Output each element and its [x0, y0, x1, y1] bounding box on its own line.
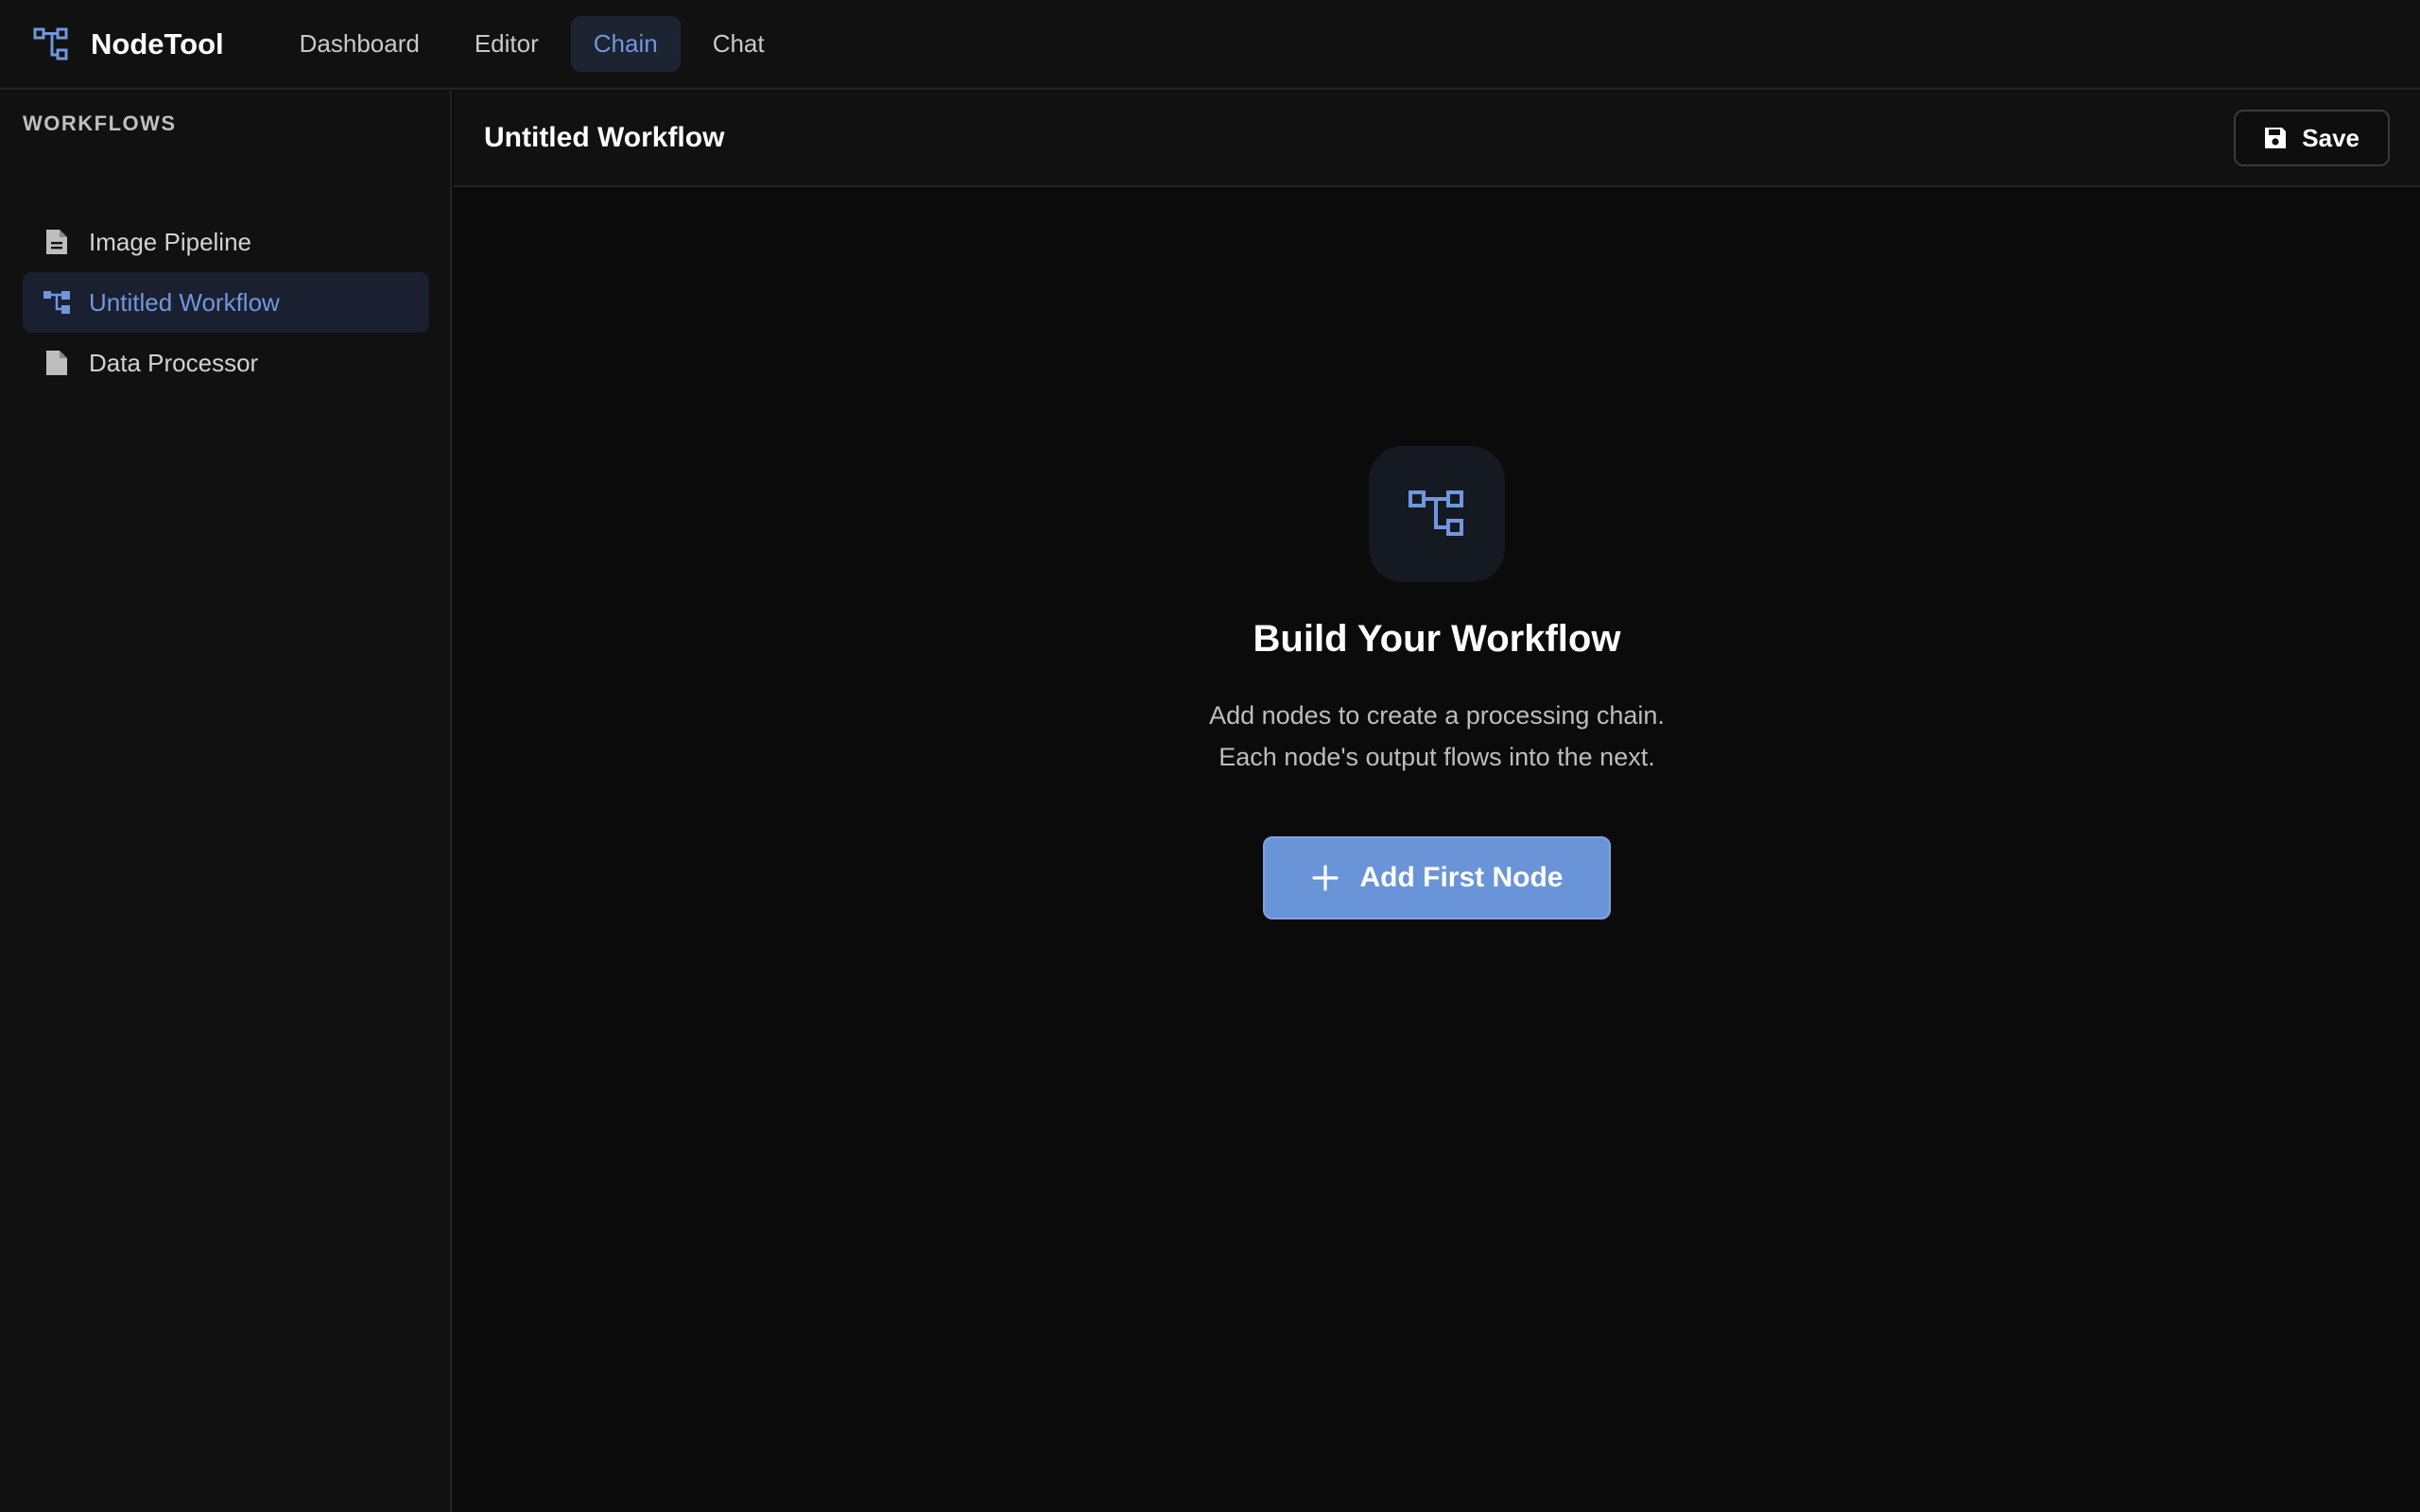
empty-state: Build Your Workflow Add nodes to create … — [454, 187, 2420, 1512]
nav-editor[interactable]: Editor — [452, 16, 562, 72]
empty-state-icon-container — [1369, 446, 1505, 582]
plus-icon — [1311, 865, 1339, 891]
empty-state-line-2: Each node's output flows into the next. — [1219, 743, 1655, 771]
app-name: NodeTool — [91, 26, 224, 60]
file-icon — [42, 348, 72, 378]
main-header: Untitled Workflow Save — [454, 91, 2420, 187]
save-icon — [2265, 128, 2287, 148]
empty-state-line-1: Add nodes to create a processing chain. — [1209, 701, 1665, 730]
brand[interactable]: NodeTool — [32, 24, 224, 65]
sidebar-item-image-pipeline[interactable]: Image Pipeline — [23, 212, 429, 272]
sidebar-item-label: Image Pipeline — [89, 227, 251, 256]
add-first-node-label: Add First Node — [1359, 862, 1564, 893]
top-navigation-bar: NodeTool Dashboard Editor Chain Chat — [0, 0, 2420, 90]
sidebar-item-untitled-workflow[interactable]: Untitled Workflow — [23, 272, 429, 333]
empty-state-description: Add nodes to create a processing chain. … — [1209, 695, 1665, 778]
nav-chat[interactable]: Chat — [690, 16, 787, 72]
sidebar-item-label: Data Processor — [89, 348, 259, 377]
save-button[interactable]: Save — [2234, 110, 2390, 166]
main-nav: Dashboard Editor Chain Chat — [277, 16, 787, 72]
sidebar-item-label: Untitled Workflow — [89, 287, 280, 317]
nav-dashboard[interactable]: Dashboard — [277, 16, 442, 72]
save-button-label: Save — [2302, 123, 2360, 152]
page-title: Untitled Workflow — [484, 122, 725, 153]
nodetool-logo-icon — [33, 27, 68, 60]
sidebar-section-title: WORKFLOWS — [23, 112, 177, 135]
main-panel: Untitled Workflow Save Build Your Workfl… — [454, 91, 2420, 1512]
nav-chain[interactable]: Chain — [570, 16, 681, 72]
file-text-icon — [42, 227, 72, 257]
empty-state-title: Build Your Workflow — [1253, 618, 1621, 660]
workflow-list: Image Pipeline Untitled Workflow Data Pr… — [23, 212, 429, 393]
sidebar: WORKFLOWS Image Pipeline Untitled Workfl… — [0, 91, 452, 1512]
add-first-node-button[interactable]: Add First Node — [1263, 836, 1611, 919]
sidebar-item-data-processor[interactable]: Data Processor — [23, 333, 429, 393]
workflow-icon — [1409, 490, 1463, 536]
workflow-icon — [42, 287, 72, 318]
